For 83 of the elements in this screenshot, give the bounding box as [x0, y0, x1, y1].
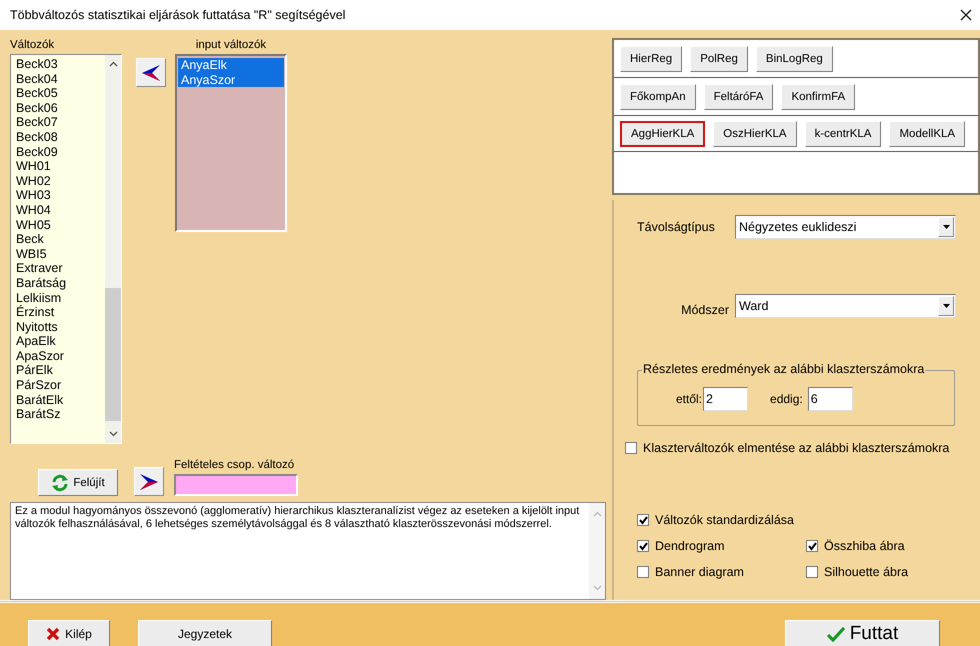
field-label: ettől:	[676, 392, 702, 406]
checkbox[interactable]	[637, 566, 649, 578]
list-item[interactable]: WH05	[14, 218, 105, 232]
list-item[interactable]: AnyaSzor	[178, 72, 284, 88]
list-item[interactable]: BarátSz	[14, 407, 105, 422]
caret-icon	[942, 225, 950, 229]
method-button[interactable]: BinLogReg	[756, 46, 833, 72]
method-button[interactable]: FőkompAn	[620, 84, 696, 110]
caret-icon	[942, 304, 950, 308]
checkbox[interactable]	[625, 442, 637, 454]
checkbox[interactable]	[806, 566, 818, 578]
method-dropdown[interactable]: Ward	[735, 294, 956, 318]
list-item[interactable]: ApaSzor	[14, 348, 105, 364]
exit-button[interactable]: Kilép	[28, 620, 110, 646]
list-item[interactable]: WH01	[14, 159, 105, 174]
window-title: Többváltozós statisztikai eljárások futtatása "R" segítségével	[10, 8, 346, 22]
list-item[interactable]: Nyitotts	[14, 320, 105, 334]
refresh-icon	[51, 474, 70, 492]
list-item[interactable]: BarátElk	[14, 392, 105, 408]
field-label: eddig:	[770, 392, 803, 406]
refresh-button[interactable]: Felújít	[38, 469, 118, 496]
list-label: Változók	[10, 38, 56, 53]
method-button[interactable]: ModellKLA	[889, 120, 966, 146]
method-button[interactable]: k-centrKLA	[804, 120, 882, 146]
chevron-down-icon[interactable]	[108, 431, 118, 437]
field-label: Feltételes csop. változó	[174, 458, 296, 474]
method-button[interactable]: OszHierKLA	[713, 120, 797, 146]
method-button[interactable]: FeltáróFA	[704, 84, 774, 110]
list-item[interactable]: AnyaElk	[178, 58, 284, 73]
distance-dropdown[interactable]: Négyzetes euklideszi	[735, 215, 956, 239]
variable-list[interactable]: Beck03 Beck04 Beck05 Beck06 Beck07 Beck08 Beck09 WH01 WH02 WH03 WH04 WH05 Beck WBI5 Extraver Barátság Lelkiism Érzinst Nyitotts ApaElk ApaSzor PárElk PárSzor BarátElk BarátSz	[10, 54, 122, 444]
description-text: Ez a modul hagyományos összevonó (agglomeratív) hierarchikus klaszteranalízist végez az eseteken a kijelölt input változók felhasználásával, 6 lehetséges személytávolsággal és 8 választható klaszterösszevonási módszerrel.	[14, 504, 580, 532]
checkbox-label: Klaszterváltozók elmentése az alábbi klaszterszámokra	[643, 441, 950, 455]
list-item[interactable]: Beck07	[14, 115, 105, 130]
input-field[interactable]	[174, 474, 298, 496]
list-item[interactable]: Barátság	[14, 276, 105, 290]
input-variable-list[interactable]: AnyaElk AnyaSzor	[175, 54, 287, 232]
list-item[interactable]: Érzinst	[14, 305, 105, 320]
checkbox-label: Változók standardizálása	[655, 513, 794, 527]
list-item[interactable]: WBI5	[14, 246, 105, 262]
checkbox[interactable]	[637, 514, 649, 526]
method-button[interactable]: KonfirmFA	[781, 84, 856, 110]
list-item[interactable]: Beck08	[14, 130, 105, 145]
checkbox-label: Banner diagram	[655, 565, 744, 579]
x-icon	[46, 627, 60, 641]
list-item[interactable]: Beck03	[14, 57, 105, 72]
list-item[interactable]: ApaElk	[14, 334, 105, 349]
list-item[interactable]: Beck	[14, 232, 105, 247]
chevron-up-icon[interactable]	[108, 61, 118, 67]
list-item[interactable]: WH04	[14, 202, 105, 218]
list-item[interactable]: Beck06	[14, 100, 105, 116]
checkbox-label: Silhouette ábra	[824, 565, 908, 579]
checkbox-label: Összhiba ábra	[824, 539, 905, 553]
list-item[interactable]: WH03	[14, 188, 105, 203]
list-item[interactable]: Beck05	[14, 86, 105, 101]
scrollbar[interactable]	[105, 55, 121, 443]
method-button[interactable]: HierReg	[620, 46, 682, 72]
list-item[interactable]: Beck09	[14, 144, 105, 160]
field-label: Távolságtípus	[637, 220, 716, 234]
list-item[interactable]: Lelkiism	[14, 290, 105, 306]
list-label: input változók	[194, 38, 268, 53]
field-label: Módszer	[680, 302, 729, 317]
move-right-button[interactable]	[134, 467, 164, 496]
checkmark-icon	[826, 626, 845, 642]
notes-button[interactable]: Jegyzetek	[138, 620, 272, 646]
list-item[interactable]: Extraver	[14, 261, 105, 276]
move-left-button[interactable]	[136, 58, 166, 87]
to-field[interactable]: 6	[808, 387, 853, 411]
from-field[interactable]: 2	[703, 387, 748, 411]
list-item[interactable]: PárSzor	[14, 378, 105, 393]
arrow-right-icon	[139, 472, 159, 491]
list-item[interactable]: Beck04	[14, 72, 105, 86]
group-title: Részletes eredmények az alábbi klaszterszámokra	[642, 362, 926, 376]
close-icon[interactable]	[960, 9, 972, 21]
checkbox-label: Dendrogram	[655, 539, 724, 553]
checkbox[interactable]	[806, 540, 818, 552]
run-button[interactable]: Futtat	[785, 620, 940, 646]
list-item[interactable]: PárElk	[14, 363, 105, 378]
method-button[interactable]: PolReg	[690, 46, 748, 72]
list-item[interactable]: WH02	[14, 174, 105, 188]
arrow-left-icon	[141, 64, 161, 82]
checkbox[interactable]	[637, 540, 649, 552]
method-button[interactable]: AggHierKLA	[620, 120, 706, 146]
